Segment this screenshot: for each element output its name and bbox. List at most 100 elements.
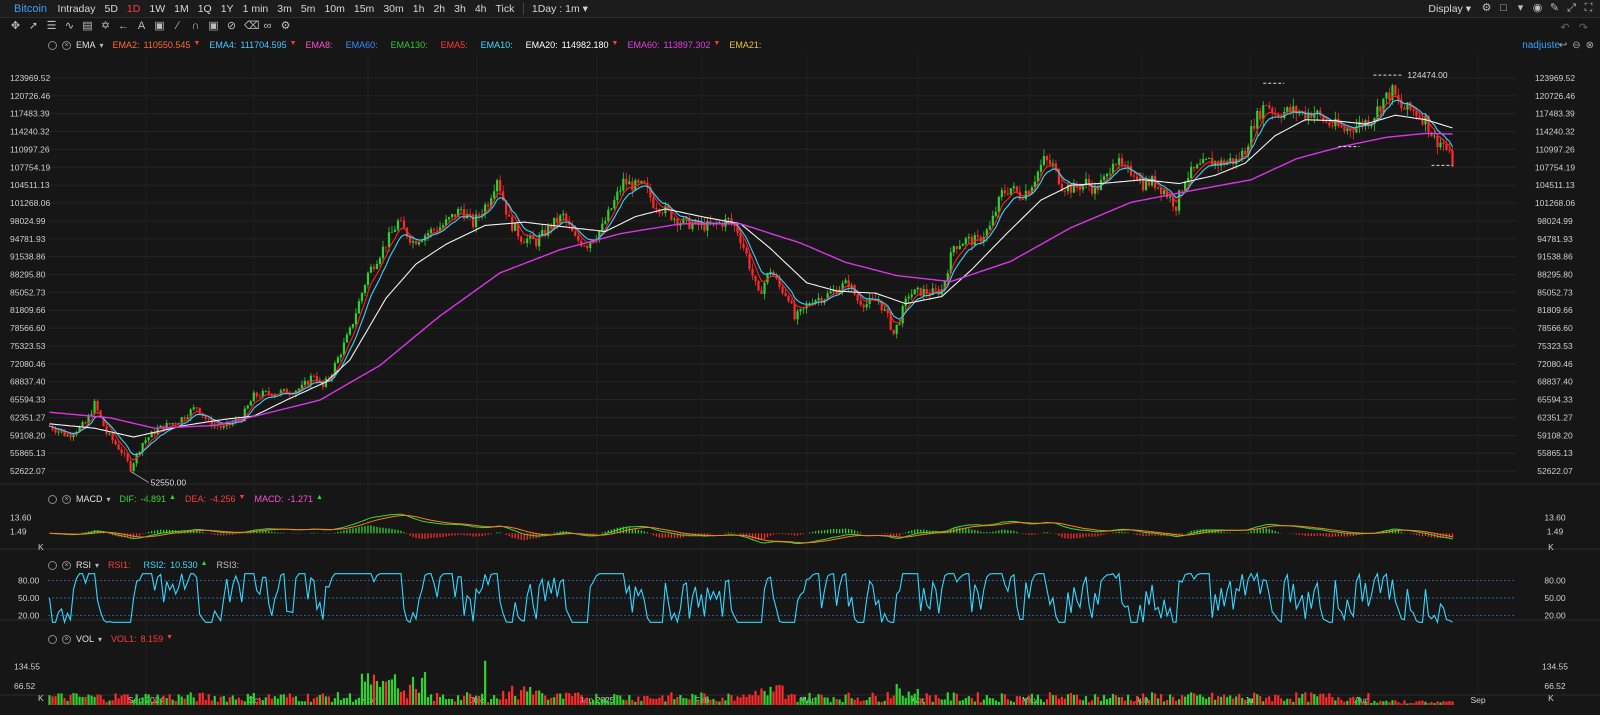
timeframe-5d[interactable]: 5D	[100, 3, 122, 15]
timeframe-4h[interactable]: 4h	[470, 3, 491, 15]
candle-body	[408, 236, 412, 243]
volume-bar	[751, 695, 754, 705]
volume-bar	[396, 688, 400, 705]
close-icon[interactable]: ×	[62, 634, 71, 644]
candle-body	[469, 213, 472, 215]
timeframe-1w[interactable]: 1W	[145, 3, 170, 15]
trend-line-icon[interactable]: ➚	[28, 21, 39, 32]
fib-icon[interactable]: ▤	[82, 21, 93, 32]
channel-icon[interactable]: ☰	[46, 21, 57, 32]
close-pane-icon[interactable]: ⊗	[1586, 40, 1594, 51]
candle-body	[985, 229, 988, 238]
layout-icon[interactable]: □	[1498, 3, 1509, 14]
timeframe-1y[interactable]: 1Y	[216, 3, 238, 15]
pen-icon[interactable]: ∕	[172, 21, 183, 32]
volume-bar	[505, 698, 508, 705]
minimize-icon[interactable]: ⊖	[1572, 40, 1580, 51]
candle-body	[520, 236, 523, 242]
close-icon[interactable]: ×	[62, 560, 71, 570]
candle-body	[378, 258, 382, 264]
volume-bar	[724, 700, 727, 705]
timeframe-30m[interactable]: 30m	[379, 3, 408, 15]
user-label[interactable]: nadjuste	[1522, 40, 1560, 51]
drawing-toolbar: ✥ ➚ ☰ ∿ ▤ ✡ ← A ▣ ∕ ∩ ▣ ⊘ ⌫ ∞ ⚙	[0, 18, 1600, 35]
candle-body	[177, 423, 180, 425]
trash-icon[interactable]: ⌫	[244, 21, 260, 32]
volume-bar	[1325, 697, 1328, 705]
candle-body	[913, 289, 916, 295]
y-tick-label-left: 55865.13	[10, 448, 46, 458]
timeframe-5m[interactable]: 5m	[296, 3, 320, 15]
timeframe-1d[interactable]: 1D	[122, 3, 144, 15]
candle-body	[402, 220, 406, 228]
timeframe-10m[interactable]: 10m	[320, 3, 349, 15]
candle-body	[1087, 178, 1091, 186]
camera-icon[interactable]: ◉	[1532, 3, 1543, 14]
close-icon[interactable]: ×	[62, 494, 71, 504]
chevron-down-icon[interactable]: ▾	[95, 561, 99, 570]
interval-select[interactable]: 1Day : 1m ▾	[528, 3, 592, 15]
hide-icon[interactable]: ⊘	[226, 21, 237, 32]
volume-bar	[652, 698, 655, 705]
restore-icon[interactable]: ↩	[1559, 40, 1567, 51]
candle-body	[589, 242, 592, 248]
gear-icon[interactable]: ⚙	[1481, 3, 1492, 14]
volume-bar	[369, 684, 373, 705]
timeframe-3h[interactable]: 3h	[450, 3, 471, 15]
gear-icon[interactable]	[48, 494, 57, 504]
candle-body	[1424, 115, 1427, 125]
volume-bar	[255, 701, 258, 705]
volume-bar	[306, 693, 309, 705]
zigzag-icon[interactable]: ∿	[64, 21, 75, 32]
redo-icon[interactable]: ↷	[1579, 22, 1588, 34]
volume-bar	[1051, 695, 1055, 705]
y-tick-label-right: 68837.40	[1537, 377, 1573, 387]
volume-bar	[919, 698, 922, 705]
timeframe-3m[interactable]: 3m	[273, 3, 297, 15]
undo-icon[interactable]: ↶	[1560, 22, 1569, 34]
volume-bar	[231, 695, 234, 705]
timeframe-tick[interactable]: Tick	[491, 3, 519, 15]
display-menu[interactable]: Display ▾	[1424, 3, 1475, 15]
chevron-down-icon[interactable]: ▾	[107, 495, 111, 504]
volume-bar	[853, 699, 856, 705]
chevron-down-icon[interactable]: ▾	[1515, 3, 1526, 14]
magnet-icon[interactable]: ∩	[190, 21, 201, 32]
timeframe-15m[interactable]: 15m	[349, 3, 378, 15]
gear-icon[interactable]	[48, 40, 57, 50]
candle-body	[889, 312, 892, 330]
chevron-down-icon[interactable]: ▾	[98, 635, 102, 644]
link-icon[interactable]: ∞	[262, 21, 273, 32]
comment-icon[interactable]: ▣	[154, 21, 165, 32]
timeframe-1min[interactable]: 1 min	[238, 3, 273, 15]
fullscreen-icon[interactable]: ⛶	[1583, 3, 1594, 14]
timeframe-1m[interactable]: 1M	[170, 3, 194, 15]
gear-icon[interactable]	[48, 560, 57, 570]
close-icon[interactable]: ×	[62, 40, 71, 50]
symbol-label[interactable]: Bitcoin	[14, 3, 47, 15]
y-tick-label-left: 59108.20	[10, 430, 46, 440]
volume-bar	[1292, 701, 1295, 705]
chevron-down-icon[interactable]: ▾	[100, 41, 104, 50]
timeframe-intraday[interactable]: Intraday	[53, 3, 100, 15]
pencil-icon[interactable]: ✎	[1549, 3, 1560, 14]
volume-bar	[1451, 701, 1454, 705]
lock-icon[interactable]: ▣	[208, 21, 219, 32]
move-icon[interactable]: ✡	[100, 21, 111, 32]
candle-body	[99, 410, 102, 418]
gear-icon[interactable]	[48, 634, 57, 644]
timeframe-2h[interactable]: 2h	[429, 3, 450, 15]
volume-bar	[429, 694, 433, 705]
candle-body	[877, 300, 880, 302]
volume-bar	[1105, 699, 1109, 705]
expand-icon[interactable]: ⤢	[1566, 3, 1577, 14]
timeframe-1q[interactable]: 1Q	[193, 3, 216, 15]
crosshair-icon[interactable]: ✥	[10, 21, 21, 32]
timeframe-1h[interactable]: 1h	[408, 3, 429, 15]
volume-bar	[279, 694, 282, 705]
text-tool-icon[interactable]: A	[136, 21, 147, 32]
settings-icon[interactable]: ⚙	[280, 21, 291, 32]
y-tick-label-right: 123969.52	[1535, 73, 1575, 83]
arrow-left-icon[interactable]: ←	[118, 21, 129, 32]
candle-body	[1235, 159, 1238, 165]
